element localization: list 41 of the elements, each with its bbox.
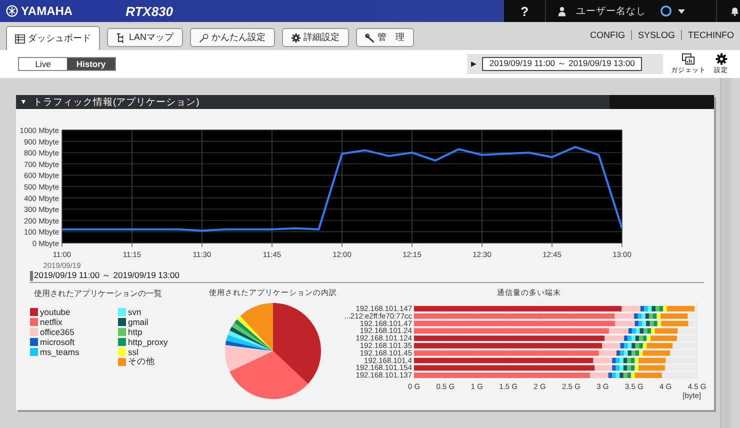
legend-label: youtube [40,306,70,316]
bell-icon[interactable] [730,6,740,16]
gear-icon [290,32,301,42]
brand-logo: YAMAHA [21,4,73,18]
range-label: 2019/09/19 11:00 ～ 2019/09/19 13:00 [34,270,180,282]
header-link[interactable]: SYSLOG [630,30,681,40]
mode-toggle-button[interactable]: History [67,58,115,70]
magnifier-icon [198,32,209,42]
period-field[interactable]: 2019/09/19 11:00 ～ 2019/09/19 13:00 [482,57,642,71]
nav-tab[interactable]: ダッシュボード [6,26,100,50]
legend-label: ms_teams [40,346,80,356]
legend-label: office365 [40,326,74,336]
legend-label: netflix [40,316,62,326]
scrollbar[interactable] [720,78,731,428]
grid-icon [15,34,25,44]
legend-label: http_proxy [128,336,168,346]
user-icon [558,6,566,16]
emblem-icon [6,5,18,17]
user-name: ユーザー名なし [576,4,646,18]
nav-tab[interactable]: かんたん設定 [190,28,275,47]
legend-title: 使用されたアプリケーションの一覧 [33,288,163,299]
header-link[interactable]: CONFIG [584,30,631,40]
nav-tab[interactable]: 管 理 [356,28,414,47]
wrench-icon [364,32,375,42]
model-name: RTX830 [126,4,174,18]
panel-title: トラフィック情報(アプリケーション) [32,96,200,108]
legend-label: svn [128,306,142,316]
legend-label: http [128,326,142,336]
caret-icon[interactable] [678,8,686,14]
settings-icon [714,53,728,65]
windows-chart-icon [682,53,695,65]
nav-tab[interactable]: 詳細設定 [282,28,349,47]
range-handle[interactable] [30,271,33,281]
legend-label: gmail [128,316,148,326]
header-link[interactable]: TECHINFO [681,30,740,40]
status-circle-icon [660,5,672,17]
legend-label: ssl [128,346,138,356]
nav-tab[interactable]: LANマップ [107,28,183,47]
network-tree-icon [116,32,126,42]
legend-label: その他 [128,356,155,368]
legend-label: microsoft [40,336,74,346]
